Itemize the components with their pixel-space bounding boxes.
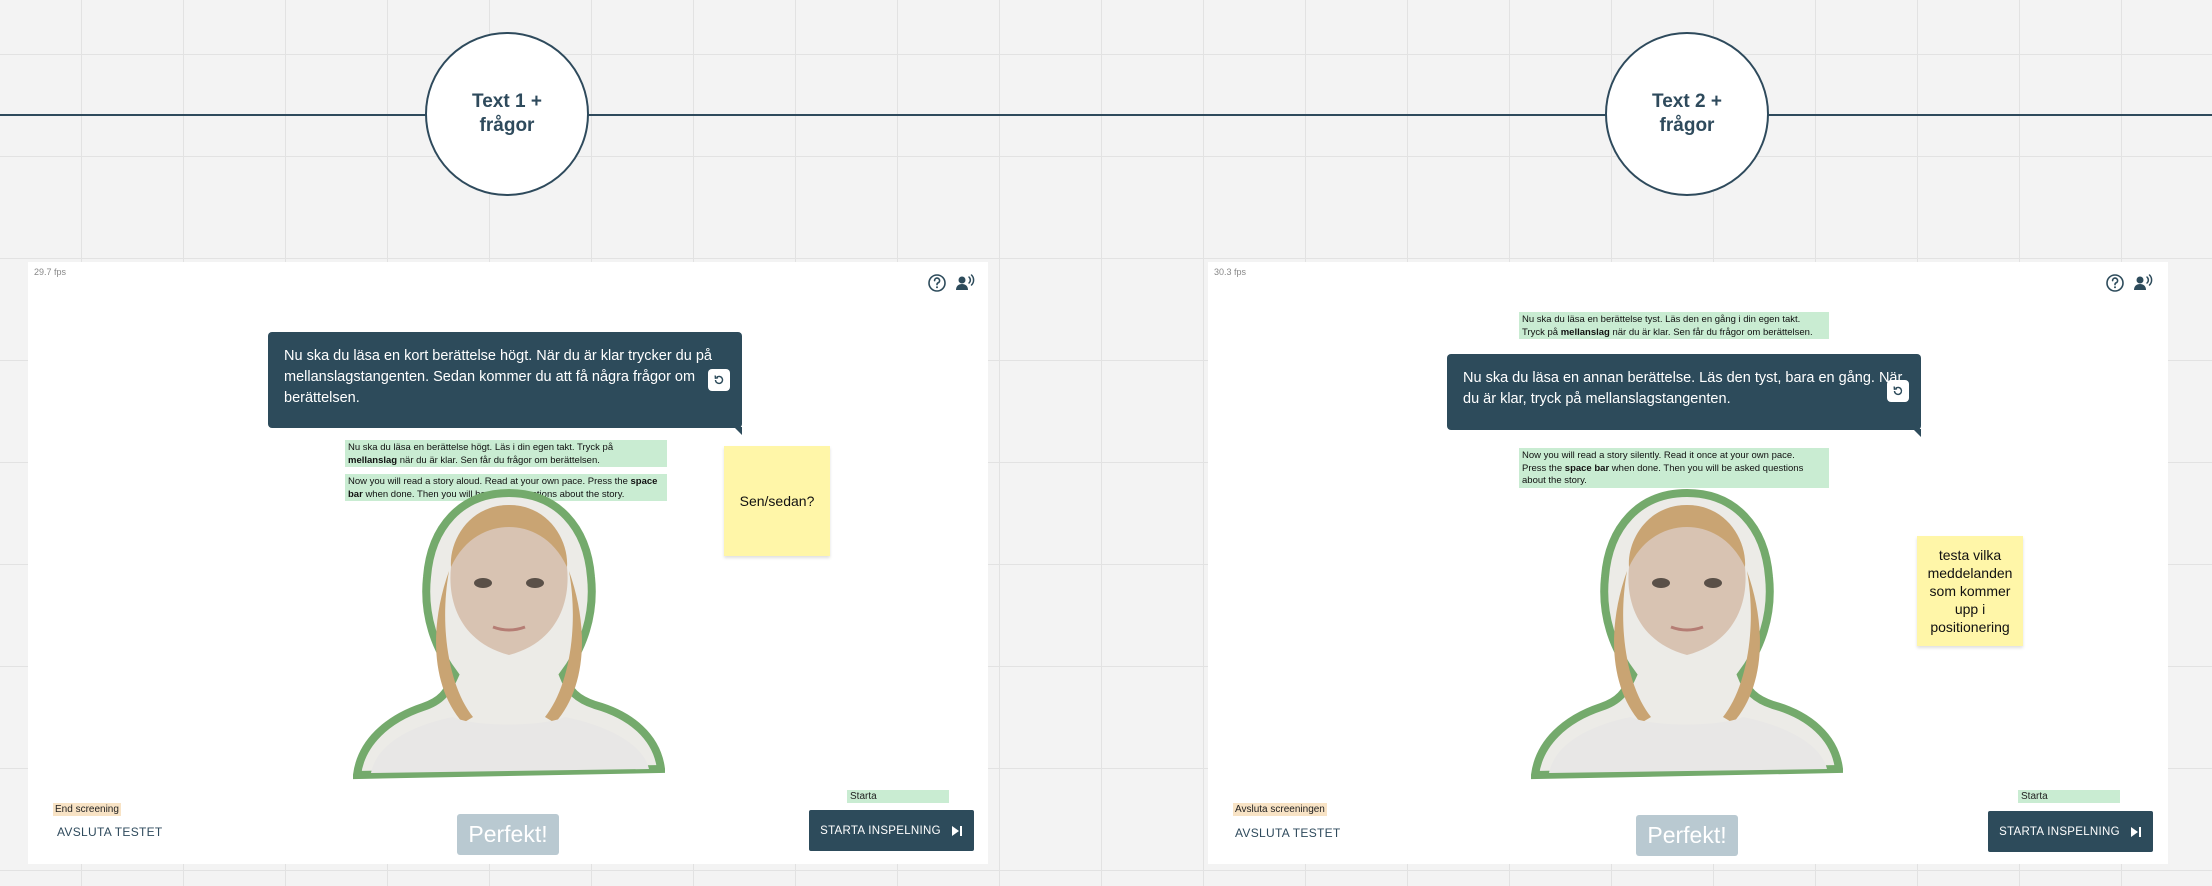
- sticky-note[interactable]: testa vilka meddelanden som kommer upp i…: [1917, 536, 2023, 646]
- note-text: när du är klar. Sen får du frågor om ber…: [1612, 326, 1813, 338]
- note-bold-text: mellanslag: [348, 454, 398, 466]
- start-tag: Starta: [847, 790, 949, 803]
- note-text: Now you will read a story aloud. Read at…: [348, 476, 628, 487]
- timeline-step-label: Text 2 + frågor: [1652, 91, 1722, 136]
- note-text: Press the: [1522, 462, 1563, 474]
- fps-counter: 30.3 fps: [1214, 267, 1247, 277]
- replay-icon: [1893, 386, 1903, 396]
- note-text: när du är klar. Sen får du frågor om ber…: [399, 454, 600, 466]
- start-tag: Starta: [2018, 790, 2120, 803]
- feedback-badge: Perfekt!: [1636, 815, 1738, 856]
- feedback-text: Perfekt!: [468, 821, 548, 847]
- exit-test-button[interactable]: AVSLUTA TESTET: [1235, 826, 1341, 840]
- timeline-step-2[interactable]: Text 2 + frågor: [1605, 32, 1769, 196]
- end-screening-tag: Avsluta screeningen: [1233, 803, 1327, 816]
- instruction-text: Nu ska du läsa en kort berättelse högt. …: [284, 348, 712, 406]
- webcam-avatar: [353, 488, 665, 780]
- screen-frame-1: 29.7 fps Nu ska du läsa en kort berättel…: [28, 262, 988, 864]
- translation-note-en: Now you will read a story silently. Read…: [1519, 448, 1829, 488]
- instruction-text: Nu ska du läsa en annan berättelse. Läs …: [1463, 370, 1903, 407]
- translation-note-sv: Nu ska du läsa en berättelse tyst. Läs d…: [1519, 312, 1829, 339]
- instruction-bubble: Nu ska du läsa en kort berättelse högt. …: [268, 332, 742, 435]
- feedback-badge: Perfekt!: [457, 814, 559, 855]
- sticky-note[interactable]: Sen/sedan?: [724, 446, 830, 556]
- start-recording-button[interactable]: STARTA INSPELNING: [1988, 811, 2153, 852]
- voice-speaker-icon[interactable]: [2132, 272, 2154, 294]
- sticky-note-text: testa vilka meddelanden som kommer upp i…: [1927, 547, 2013, 635]
- start-recording-label: STARTA INSPELNING: [1999, 825, 2120, 838]
- replay-button[interactable]: [1887, 380, 1909, 402]
- start-recording-label: STARTA INSPELNING: [820, 824, 941, 837]
- fps-counter: 29.7 fps: [34, 267, 67, 277]
- feedback-text: Perfekt!: [1647, 822, 1727, 848]
- replay-button[interactable]: [708, 369, 730, 391]
- skip-next-icon: [2130, 826, 2141, 837]
- webcam-avatar: [1531, 488, 1843, 780]
- timeline-step-label: Text 1 + frågor: [472, 91, 542, 136]
- note-text: Tryck på: [1522, 326, 1559, 338]
- end-screening-tag: End screening: [53, 803, 121, 816]
- sticky-note-text: Sen/sedan?: [739, 493, 815, 509]
- translation-note-sv: Nu ska du läsa en berättelse högt. Läs i…: [345, 440, 667, 467]
- exit-test-button[interactable]: AVSLUTA TESTET: [57, 825, 163, 839]
- note-text: Nu ska du läsa en berättelse tyst. Läs d…: [1522, 314, 1801, 325]
- screen-frame-2: 30.3 fps Nu ska du läsa en berättelse ty…: [1208, 262, 2168, 864]
- note-bold-text: mellanslag: [1560, 326, 1610, 338]
- note-text: Nu ska du läsa en berättelse högt. Läs i…: [348, 442, 614, 453]
- note-bold-text: space bar: [1564, 462, 1610, 474]
- help-circle-icon[interactable]: [2104, 272, 2126, 294]
- replay-icon: [714, 375, 724, 385]
- timeline-line: [0, 114, 2212, 116]
- skip-next-icon: [951, 825, 962, 836]
- timeline-step-1[interactable]: Text 1 + frågor: [425, 32, 589, 196]
- instruction-bubble: Nu ska du läsa en annan berättelse. Läs …: [1447, 354, 1921, 437]
- note-text: Now you will read a story silently. Read…: [1522, 450, 1795, 461]
- start-recording-button[interactable]: STARTA INSPELNING: [809, 810, 974, 851]
- voice-speaker-icon[interactable]: [954, 272, 976, 294]
- help-circle-icon[interactable]: [926, 272, 948, 294]
